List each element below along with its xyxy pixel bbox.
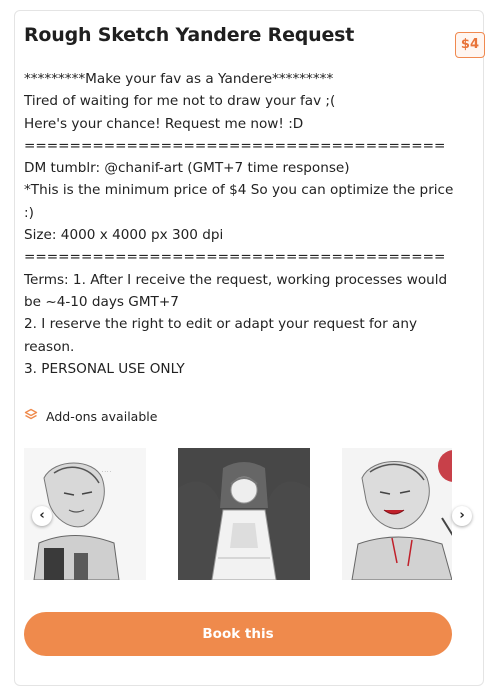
description-line: ===================================== <box>24 137 446 154</box>
listing-description: *********Make your fav as a Yandere*****… <box>24 68 464 380</box>
description-line: 3. PERSONAL USE ONLY <box>24 360 185 377</box>
description-line: Here's your chance! Request me now! :D <box>24 115 304 132</box>
description-line: ===================================== <box>24 249 446 266</box>
gallery-image[interactable] <box>342 448 452 580</box>
gallery-image[interactable] <box>178 448 310 580</box>
gallery-next-button[interactable]: › <box>452 506 472 526</box>
description-line: DM tumblr: @chanif-art (GMT+7 time respo… <box>24 160 350 177</box>
description-line: Size: 4000 x 4000 px 300 dpi <box>24 227 224 244</box>
svg-text:· · · ·: · · · · <box>102 469 111 474</box>
description-line: 2. I reserve the right to edit or adapt … <box>24 316 417 355</box>
image-gallery[interactable]: · · · · <box>24 448 452 580</box>
addons-label: Add-ons available <box>46 409 158 424</box>
gallery-prev-button[interactable]: ‹ <box>32 506 52 526</box>
layers-icon <box>24 408 46 425</box>
description-line: Tired of waiting for me not to draw your… <box>24 93 336 110</box>
description-line: Terms: 1. After I receive the request, w… <box>24 271 448 310</box>
price-badge: $4 <box>454 32 485 58</box>
addons-indicator: Add-ons available <box>24 408 157 425</box>
chevron-right-icon: › <box>459 508 465 523</box>
description-line: *This is the minimum price of $4 So you … <box>24 182 454 221</box>
description-line: *********Make your fav as a Yandere*****… <box>24 71 334 87</box>
book-button[interactable]: Book this <box>24 612 452 656</box>
listing-title: Rough Sketch Yandere Request <box>24 24 355 46</box>
chevron-left-icon: ‹ <box>39 508 45 523</box>
